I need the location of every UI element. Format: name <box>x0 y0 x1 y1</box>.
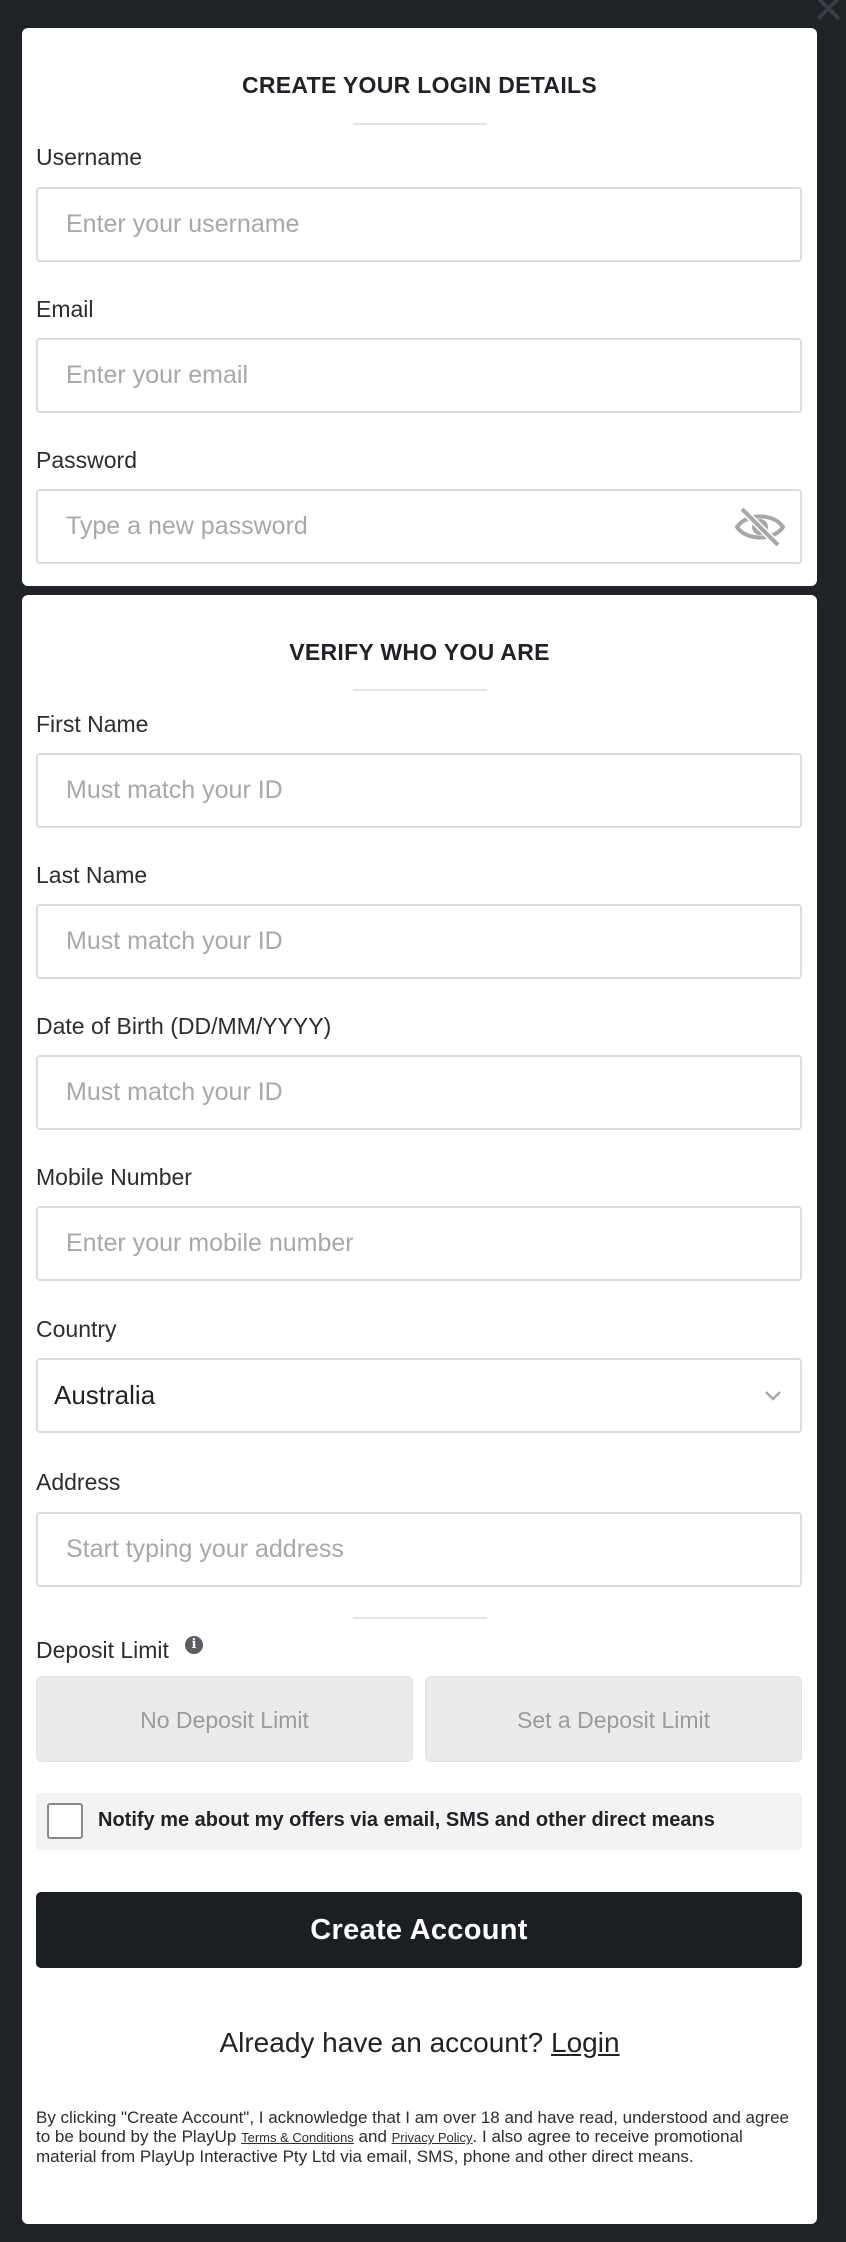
dob-label: Date of Birth (DD/MM/YYYY) <box>36 1013 332 1039</box>
email-input[interactable] <box>38 340 800 411</box>
notify-checkbox[interactable] <box>47 1803 83 1839</box>
legal-disclaimer: By clicking "Create Account", I acknowle… <box>36 2108 806 2166</box>
last-name-field <box>36 904 802 979</box>
verify-identity-card: VERIFY WHO YOU ARE First Name Last Name … <box>22 595 817 2224</box>
password-label: Password <box>36 447 137 473</box>
password-field <box>36 489 802 564</box>
notify-option-row: Notify me about my offers via email, SMS… <box>36 1793 802 1850</box>
last-name-input[interactable] <box>38 906 800 977</box>
first-name-field <box>36 753 802 828</box>
country-label: Country <box>36 1316 117 1342</box>
eye-hidden-icon[interactable] <box>734 505 786 549</box>
login-details-card: CREATE YOUR LOGIN DETAILS Username Email… <box>22 28 817 586</box>
login-link[interactable]: Login <box>551 2027 620 2058</box>
last-name-label: Last Name <box>36 862 148 888</box>
close-icon[interactable]: ✕ <box>811 0 846 30</box>
deposit-limit-label: Deposit Limit <box>36 1637 169 1663</box>
title-divider <box>353 123 487 125</box>
mobile-input[interactable] <box>38 1208 800 1279</box>
email-field <box>36 338 802 413</box>
section-title: CREATE YOUR LOGIN DETAILS <box>241 72 598 98</box>
login-prompt-row: Already have an account? Login <box>22 2027 817 2059</box>
chevron-down-icon <box>765 1391 781 1401</box>
legal-text-2: and <box>353 2127 392 2146</box>
no-deposit-limit-button[interactable]: No Deposit Limit <box>36 1676 413 1762</box>
mobile-label: Mobile Number <box>36 1164 192 1190</box>
dob-input[interactable] <box>38 1057 800 1128</box>
first-name-input[interactable] <box>38 755 800 826</box>
title-divider <box>353 689 487 691</box>
notify-label: Notify me about my offers via email, SMS… <box>98 1809 715 1831</box>
privacy-link[interactable]: Privacy Policy <box>392 2130 473 2145</box>
mobile-field <box>36 1206 802 1281</box>
terms-link[interactable]: Terms & Conditions <box>241 2130 354 2145</box>
set-deposit-limit-button[interactable]: Set a Deposit Limit <box>425 1676 802 1762</box>
section-title: VERIFY WHO YOU ARE <box>289 639 550 665</box>
login-prompt-text: Already have an account? <box>219 2027 544 2058</box>
address-input[interactable] <box>38 1514 800 1585</box>
address-field <box>36 1512 802 1587</box>
first-name-label: First Name <box>36 711 149 737</box>
dob-field <box>36 1055 802 1130</box>
username-label: Username <box>36 144 143 170</box>
section-divider <box>353 1617 487 1619</box>
country-select[interactable]: Australia <box>36 1358 802 1433</box>
create-account-button[interactable]: Create Account <box>36 1892 802 1968</box>
email-label: Email <box>36 296 94 322</box>
username-field <box>36 187 802 262</box>
password-input[interactable] <box>38 491 800 562</box>
address-label: Address <box>36 1469 121 1495</box>
username-input[interactable] <box>38 189 800 260</box>
country-value: Australia <box>54 1380 156 1410</box>
info-icon[interactable]: i <box>185 1636 203 1654</box>
